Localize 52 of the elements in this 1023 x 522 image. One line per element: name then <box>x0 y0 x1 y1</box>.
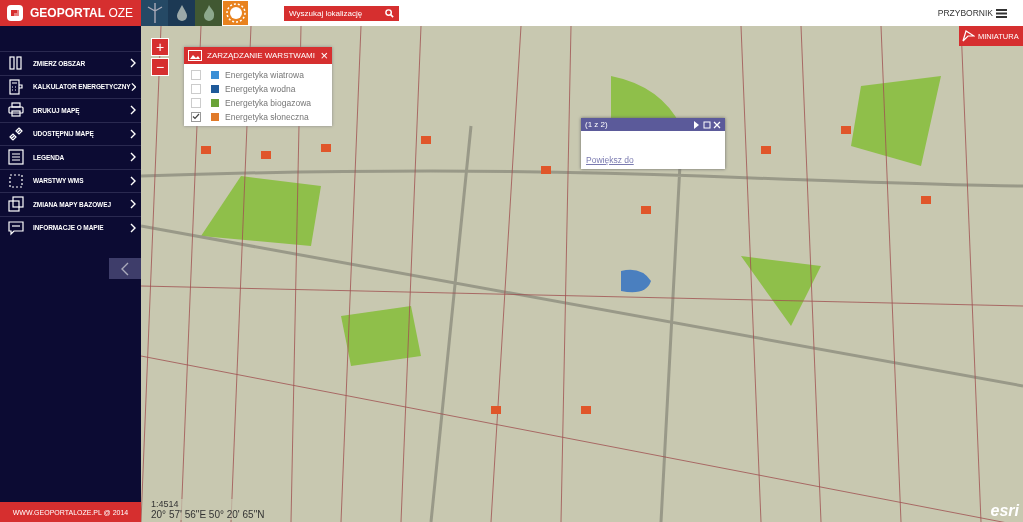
dashed-square-icon <box>8 172 24 189</box>
layer-label: Energetyka wodna <box>225 83 296 94</box>
toolbox-button[interactable]: PRZYBORNIK <box>931 7 1013 19</box>
chevron-right-icon <box>130 222 136 233</box>
water-drop-icon <box>174 4 189 22</box>
panel-title: ZARZĄDZANIE WARSTWAMI <box>207 51 316 60</box>
attribution-logo: esri <box>990 502 1019 520</box>
layer-label: Energetyka biogazowa <box>225 97 311 108</box>
chevron-right-icon <box>130 81 136 92</box>
arrow-icon <box>962 30 975 42</box>
printer-icon <box>8 102 24 119</box>
layer-checkbox[interactable] <box>191 111 201 122</box>
wind-turbine-icon <box>145 3 164 23</box>
layer-checkbox[interactable] <box>191 97 201 108</box>
calculator-icon <box>8 78 24 95</box>
chevron-right-icon <box>130 152 136 163</box>
close-button[interactable]: × <box>320 49 328 62</box>
menu-icon <box>996 8 1007 18</box>
zoom-to-link[interactable]: Powiększ do <box>586 155 634 165</box>
image-icon <box>188 50 202 61</box>
zoom-in-button[interactable]: + <box>151 38 169 56</box>
popup-controls-icon[interactable] <box>693 120 721 129</box>
map-coordinates: 20° 57' 56"E 50° 20' 65"N <box>151 509 265 520</box>
collapse-sidebar-button[interactable] <box>109 258 141 279</box>
chevron-right-icon <box>130 58 136 69</box>
chevron-right-icon <box>130 199 136 210</box>
energy-tab[interactable] <box>141 0 168 26</box>
popup-title: (1 z 2) <box>585 120 608 129</box>
sun-icon <box>225 3 246 23</box>
energy-tab[interactable] <box>168 0 195 26</box>
energy-tab[interactable] <box>195 0 222 26</box>
layer-checkbox[interactable] <box>191 69 201 80</box>
chevron-left-icon <box>121 261 129 276</box>
chevron-right-icon <box>130 175 136 186</box>
checkmark-icon <box>192 113 200 120</box>
link-icon <box>8 125 24 142</box>
energy-tab[interactable] <box>222 0 249 26</box>
layer-checkbox[interactable] <box>191 83 201 94</box>
logo-text: GEOPORTAL OZE <box>30 6 134 20</box>
search-icon <box>385 8 394 18</box>
map-scale: 1:4514 <box>151 499 180 509</box>
list-icon <box>8 149 24 166</box>
layer-label: Energetyka wiatrowa <box>225 69 304 80</box>
ruler-icon <box>8 55 24 72</box>
search-field[interactable]: Wyszukaj lokalizację <box>284 5 399 21</box>
zoom-out-button[interactable]: − <box>151 58 169 76</box>
chevron-right-icon <box>130 128 136 139</box>
layer-label: Energetyka słoneczna <box>225 111 309 122</box>
logo-icon <box>6 4 24 22</box>
stacked-squares-icon <box>8 196 24 213</box>
speech-bubble-icon <box>8 219 24 236</box>
chevron-right-icon <box>130 105 136 116</box>
